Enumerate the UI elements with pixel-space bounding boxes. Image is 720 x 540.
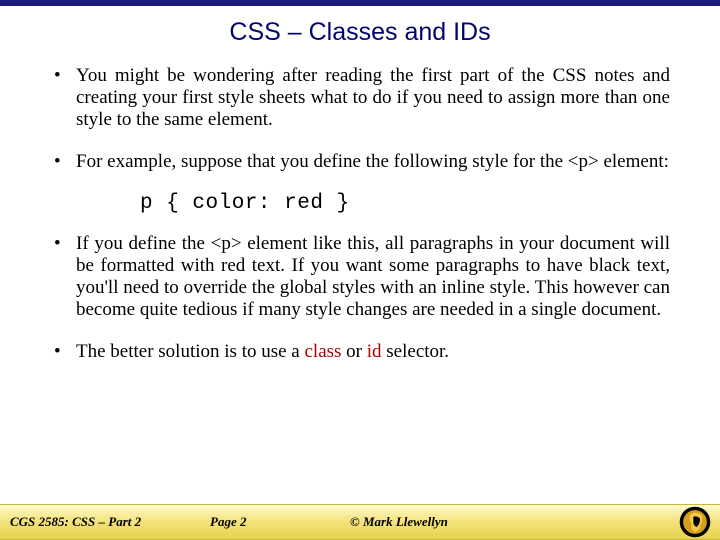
bullet-4-class: class	[304, 341, 341, 362]
bullet-list: You might be wondering after reading the…	[50, 65, 670, 172]
footer-copyright: © Mark Llewellyn	[350, 514, 670, 530]
bullet-4: The better solution is to use a class or…	[50, 341, 670, 363]
bullet-2: For example, suppose that you define the…	[50, 151, 670, 173]
bullet-4-id: id	[367, 341, 382, 362]
logo-icon	[670, 505, 720, 539]
slide-content: You might be wondering after reading the…	[0, 65, 720, 540]
bullet-4-text-pre: The better solution is to use a	[76, 341, 304, 362]
footer-page-number: Page 2	[210, 514, 350, 530]
code-example: p { color: red }	[140, 192, 670, 215]
bullet-list-2: If you define the <p> element like this,…	[50, 233, 670, 362]
bullet-3: If you define the <p> element like this,…	[50, 233, 670, 320]
footer-course: CGS 2585: CSS – Part 2	[0, 514, 210, 530]
bullet-4-mid: or	[341, 341, 366, 362]
bullet-4-post: selector.	[382, 341, 450, 362]
slide-title: CSS – Classes and IDs	[0, 18, 720, 47]
footer-bar: CGS 2585: CSS – Part 2 Page 2 © Mark Lle…	[0, 504, 720, 540]
bullet-1: You might be wondering after reading the…	[50, 65, 670, 131]
slide: CSS – Classes and IDs You might be wonde…	[0, 0, 720, 540]
